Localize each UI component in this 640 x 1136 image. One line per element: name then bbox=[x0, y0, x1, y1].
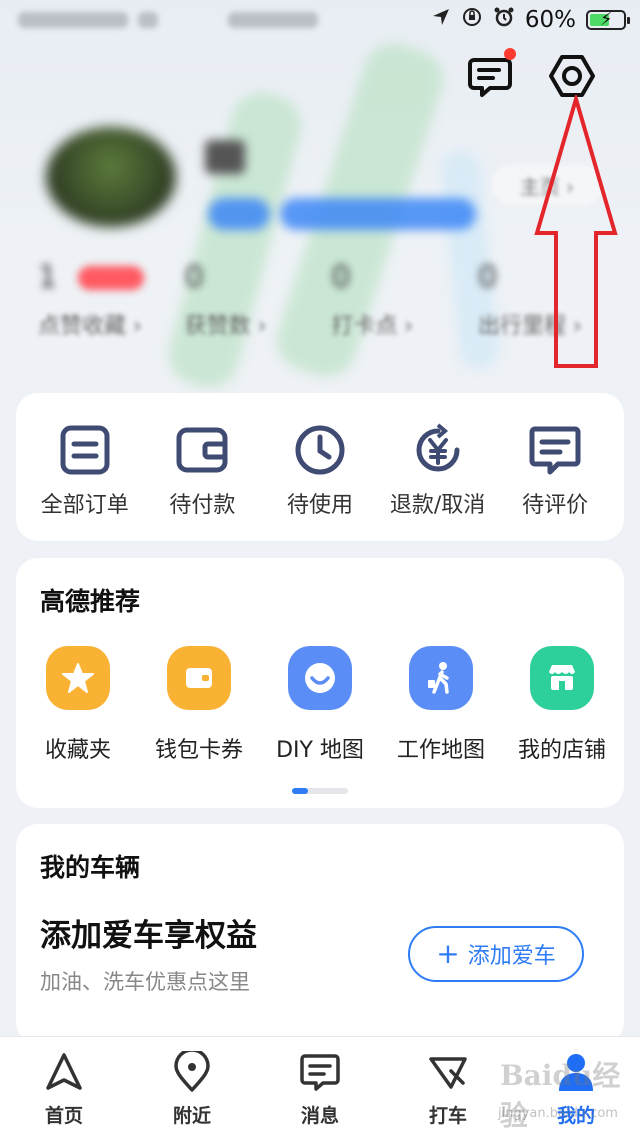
star-icon bbox=[46, 646, 110, 710]
annotation-arrow bbox=[534, 95, 618, 368]
status-bar: 60% ⚡ bbox=[0, 0, 640, 40]
avatar[interactable] bbox=[46, 127, 176, 227]
smile-map-icon bbox=[288, 646, 352, 710]
yen-refund-icon bbox=[416, 423, 460, 472]
recommend-title: 高德推荐 bbox=[40, 587, 141, 616]
tab-taxi-label: 打车 bbox=[428, 1105, 467, 1127]
vehicle-headline: 添加爱车享权益 bbox=[40, 918, 257, 954]
tab-messages[interactable]: 消息 bbox=[265, 1051, 375, 1136]
orientation-lock-icon bbox=[461, 6, 483, 34]
stat-likes[interactable]: 1 点赞收藏 › bbox=[38, 260, 178, 340]
order-to-use[interactable]: 待使用 bbox=[261, 423, 379, 541]
order-to-use-label: 待使用 bbox=[286, 493, 353, 518]
vehicle-card: 我的车辆 添加爱车享权益 加油、洗车优惠点这里 + 添加爱车 bbox=[16, 824, 624, 1044]
rec-wallet-label: 钱包卡券 bbox=[154, 738, 243, 763]
charging-bolt-icon: ⚡ bbox=[600, 9, 613, 30]
order-to-pay-label: 待付款 bbox=[169, 493, 236, 518]
stat-value: 0 bbox=[184, 260, 204, 295]
vehicle-title: 我的车辆 bbox=[40, 853, 141, 882]
tab-taxi[interactable]: 打车 bbox=[393, 1051, 503, 1136]
messages-button[interactable] bbox=[466, 48, 516, 100]
username-blurred bbox=[205, 140, 245, 174]
rec-work-map[interactable]: 工作地图 bbox=[381, 646, 501, 764]
navigate-icon bbox=[46, 1053, 82, 1090]
order-to-review[interactable]: 待评价 bbox=[496, 423, 614, 541]
member-badge bbox=[280, 198, 476, 230]
message-icon bbox=[300, 1054, 340, 1091]
tab-nearby[interactable]: 附近 bbox=[137, 1051, 247, 1136]
location-pin-icon bbox=[174, 1051, 210, 1092]
stat-label: 获赞数 › bbox=[184, 314, 267, 339]
stat-value: 0 bbox=[331, 260, 351, 295]
level-badge bbox=[208, 198, 270, 230]
page-indicator bbox=[292, 788, 348, 794]
add-car-label: 添加爱车 bbox=[467, 944, 556, 969]
rec-favorites-label: 收藏夹 bbox=[44, 738, 111, 763]
order-all[interactable]: 全部订单 bbox=[26, 423, 144, 541]
orders-card: 全部订单 待付款 待使用 退款/取消 待评价 bbox=[16, 393, 624, 541]
rec-my-store[interactable]: 我的店铺 bbox=[502, 646, 622, 764]
wallet-icon bbox=[167, 646, 231, 710]
location-arrow-icon bbox=[431, 7, 451, 33]
tab-messages-label: 消息 bbox=[300, 1105, 339, 1127]
list-doc-icon bbox=[60, 425, 110, 475]
settings-hexagon-icon bbox=[549, 55, 595, 97]
vehicle-subtitle: 加油、洗车优惠点这里 bbox=[40, 970, 250, 994]
watermark-url: jingyan.baidu.com bbox=[498, 1106, 618, 1121]
tab-home-label: 首页 bbox=[44, 1105, 83, 1127]
rec-my-store-label: 我的店铺 bbox=[517, 738, 606, 763]
clock-icon bbox=[295, 425, 345, 475]
settings-button[interactable] bbox=[548, 52, 596, 100]
order-refund-label: 退款/取消 bbox=[389, 493, 486, 518]
wallet-icon bbox=[176, 427, 228, 473]
stat-label: 打卡点 › bbox=[331, 314, 414, 339]
watermark: Baidu经验 bbox=[500, 1059, 621, 1132]
stat-value: 1 bbox=[38, 260, 58, 295]
battery-percent: 60% bbox=[524, 7, 576, 33]
comment-icon bbox=[529, 426, 581, 475]
alarm-clock-icon bbox=[493, 6, 515, 34]
store-icon bbox=[530, 646, 594, 710]
order-to-pay[interactable]: 待付款 bbox=[144, 423, 262, 541]
add-car-button[interactable]: + 添加爱车 bbox=[408, 926, 584, 982]
rec-wallet[interactable]: 钱包卡券 bbox=[139, 646, 259, 764]
plus-icon: + bbox=[436, 937, 460, 970]
unread-dot bbox=[504, 48, 516, 60]
page-indicator-active bbox=[292, 788, 308, 794]
rec-diy-map[interactable]: DIY 地图 bbox=[260, 646, 380, 764]
stat-label: 点赞收藏 › bbox=[38, 314, 142, 339]
profile-stats: 1 点赞收藏 › 0 获赞数 › 0 打卡点 › 0 出行里程 › bbox=[38, 260, 618, 340]
stat-checkin[interactable]: 0 打卡点 › bbox=[331, 260, 471, 340]
header-actions bbox=[466, 48, 596, 100]
tab-home[interactable]: 首页 bbox=[9, 1051, 119, 1136]
order-all-label: 全部订单 bbox=[40, 493, 129, 518]
battery-charging-icon: ⚡ bbox=[586, 9, 630, 30]
recommend-card: 高德推荐 收藏夹 钱包卡券 DIY 地图 工作地图 我的店铺 bbox=[16, 558, 624, 808]
tab-nearby-label: 附近 bbox=[172, 1105, 211, 1127]
stat-liked[interactable]: 0 获赞数 › bbox=[185, 260, 325, 340]
rec-diy-map-label: DIY 地图 bbox=[276, 738, 364, 763]
rec-work-map-label: 工作地图 bbox=[396, 738, 485, 763]
rec-favorites[interactable]: 收藏夹 bbox=[18, 646, 138, 764]
order-to-review-label: 待评价 bbox=[522, 493, 589, 518]
order-refund[interactable]: 退款/取消 bbox=[379, 423, 497, 541]
recommend-list: 收藏夹 钱包卡券 DIY 地图 工作地图 我的店铺 bbox=[16, 646, 624, 764]
status-carrier-time-blurred bbox=[18, 8, 378, 32]
taxi-icon bbox=[429, 1057, 467, 1089]
walker-icon bbox=[409, 646, 473, 710]
